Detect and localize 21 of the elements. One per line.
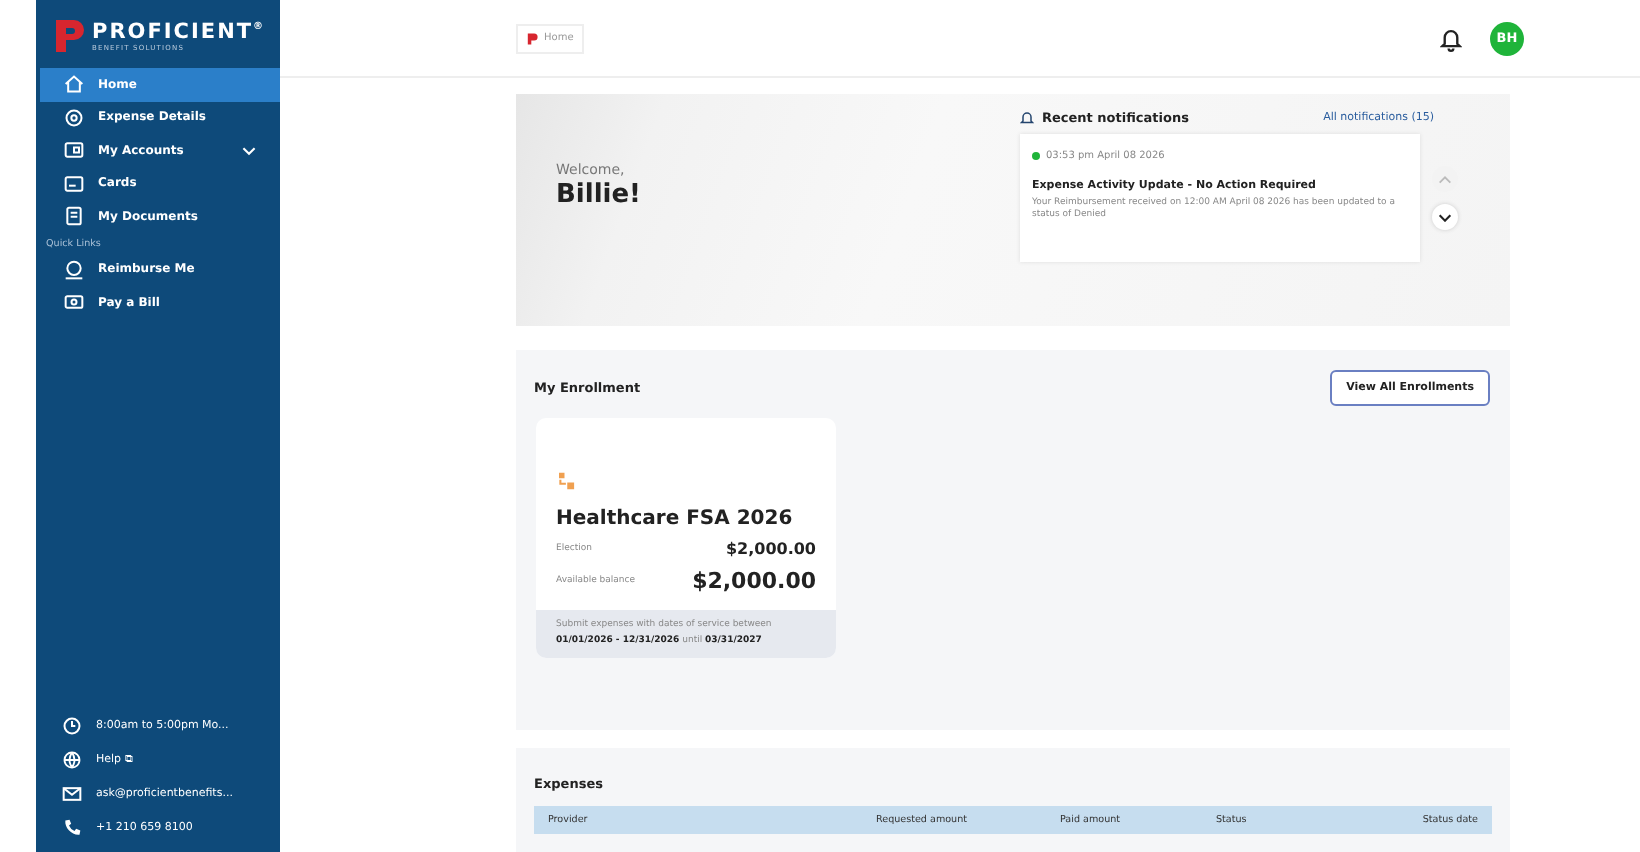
balance-amount: $2,000.00	[692, 568, 816, 594]
logo-icon	[526, 31, 538, 45]
chevron-down-icon	[1438, 213, 1452, 221]
election-amount: $2,000.00	[725, 540, 816, 558]
globe-icon	[62, 749, 82, 769]
wallet-icon	[64, 140, 84, 161]
logo-icon	[52, 16, 84, 56]
plan-name: Healthcare FSA 2026	[556, 508, 795, 530]
scroll-down-button[interactable]	[1432, 204, 1458, 230]
card-icon	[64, 173, 84, 194]
brand-name: PROFICIENT$^{®}$	[92, 20, 266, 44]
bell-icon[interactable]	[1440, 25, 1462, 51]
clock-icon	[62, 715, 82, 735]
user-name: Billie!	[556, 180, 643, 210]
mail-icon	[62, 783, 82, 803]
phone-icon	[62, 817, 82, 837]
bell-icon	[1020, 110, 1034, 126]
document-icon	[64, 206, 84, 227]
home-icon	[64, 74, 84, 95]
chevron-up-icon	[1438, 175, 1452, 183]
cash-icon	[64, 292, 84, 313]
